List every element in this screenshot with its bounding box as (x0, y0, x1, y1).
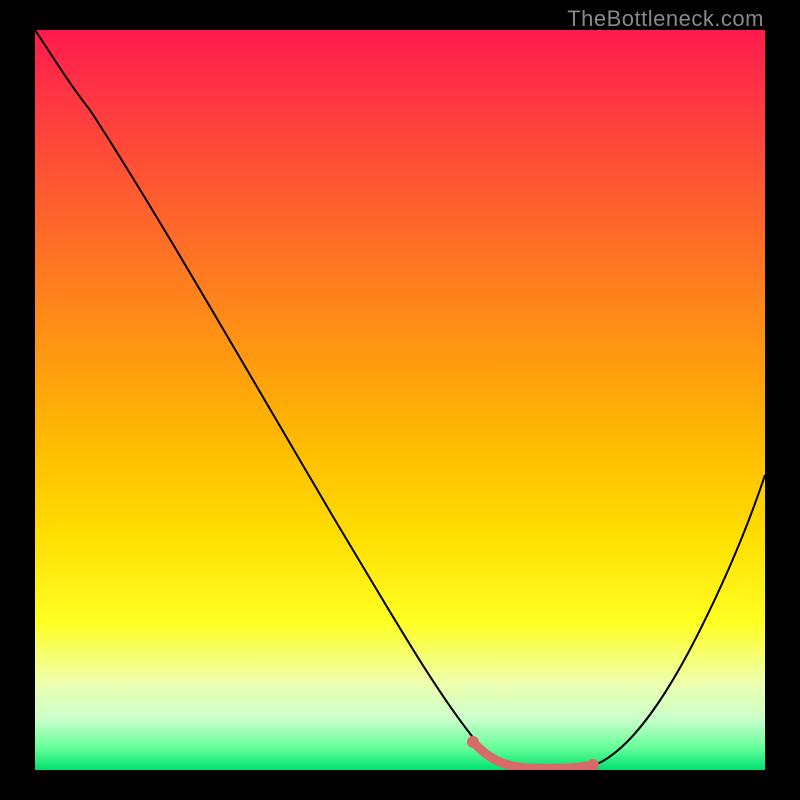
chart-svg (35, 30, 765, 770)
highlight-start-dot (467, 736, 479, 748)
optimal-range-highlight (473, 742, 593, 768)
highlight-end-dot (587, 759, 599, 770)
watermark-text: TheBottleneck.com (567, 6, 764, 32)
chart-container: TheBottleneck.com (0, 0, 800, 800)
plot-area (35, 30, 765, 770)
bottleneck-curve (35, 30, 765, 768)
